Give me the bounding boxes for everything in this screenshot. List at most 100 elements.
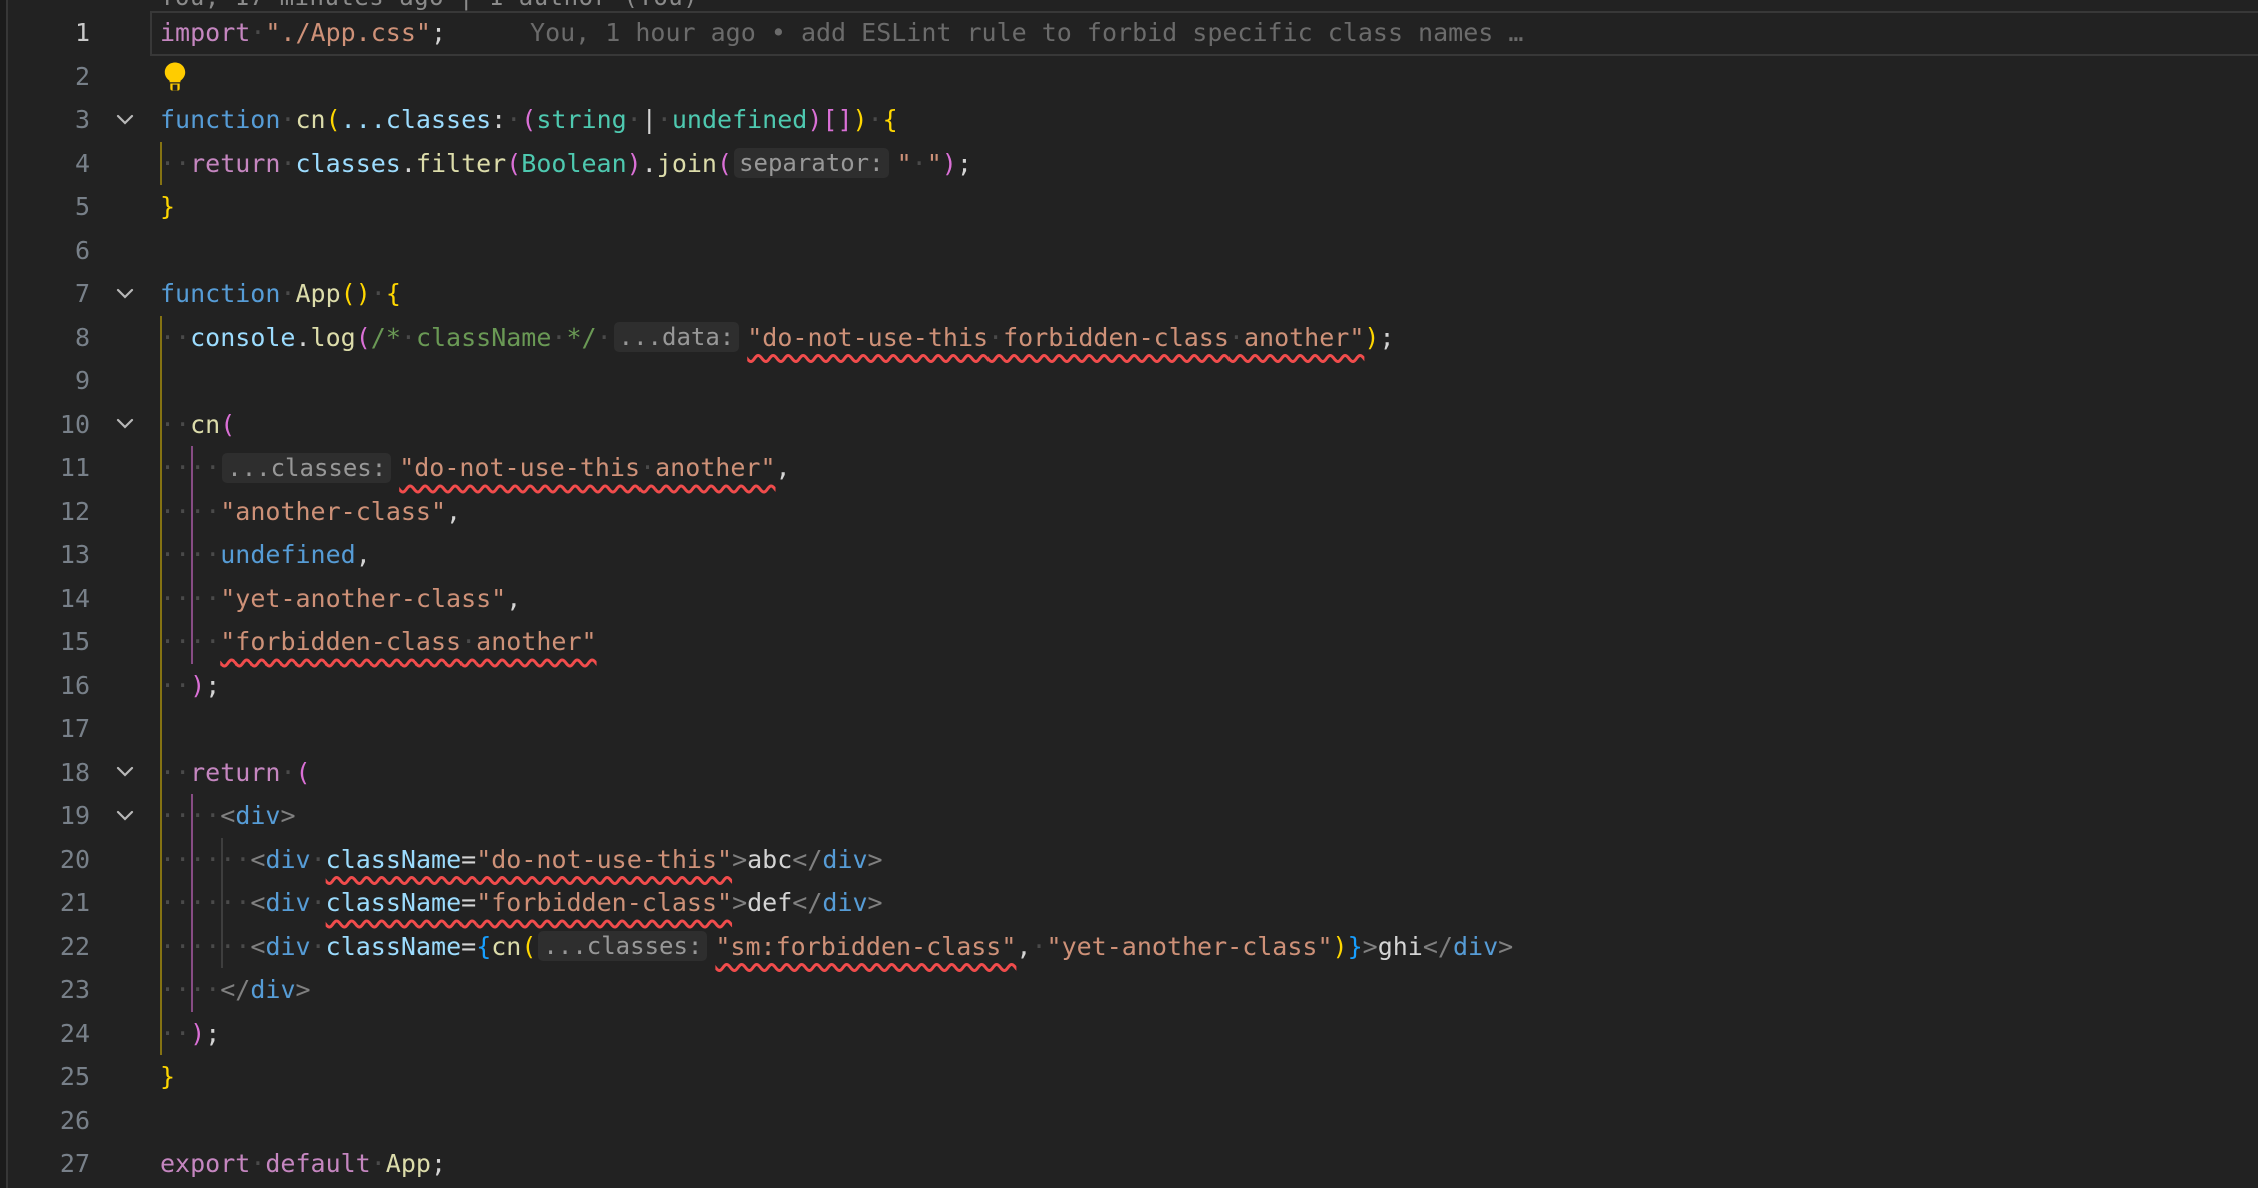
code-content[interactable]: ······<div·className={cn(...classes:"sm:… — [150, 931, 2258, 961]
fold-chevron[interactable] — [100, 287, 150, 301]
code-content[interactable]: ··return·( — [150, 758, 2258, 787]
code-line-18[interactable]: 18 ··return·( — [0, 751, 2258, 795]
code-line-23[interactable]: 23 ····</div> — [0, 968, 2258, 1012]
code-content[interactable]: ····"yet-another-class", — [150, 584, 2258, 613]
line-number[interactable]: 8 — [0, 323, 100, 352]
code-token: "./App.css" — [265, 18, 431, 47]
code-content[interactable]: import·"./App.css";You, 1 hour ago • add… — [150, 18, 2258, 47]
code-line-3[interactable]: 3 function·cn(...classes:·(string·|·undef… — [0, 98, 2258, 142]
line-number[interactable]: 27 — [0, 1149, 100, 1178]
code-token: > — [1498, 932, 1513, 961]
code-token: ; — [431, 1149, 446, 1178]
code-content[interactable]: function·cn(...classes:·(string·|·undefi… — [150, 105, 2258, 134]
code-content[interactable]: function·App()·{ — [150, 279, 2258, 308]
code-content[interactable]: ····undefined, — [150, 540, 2258, 569]
line-number[interactable]: 7 — [0, 279, 100, 308]
code-line-1[interactable]: 1 import·"./App.css";You, 1 hour ago • ad… — [0, 11, 2258, 55]
line-number[interactable]: 19 — [0, 801, 100, 830]
code-content[interactable]: ······<div·className="do-not-use-this">a… — [150, 845, 2258, 874]
line-number[interactable]: 11 — [0, 453, 100, 482]
line-number[interactable]: 18 — [0, 758, 100, 787]
code-line-7[interactable]: 7 function·App()·{ — [0, 272, 2258, 316]
line-number[interactable]: 25 — [0, 1062, 100, 1091]
line-number[interactable]: 15 — [0, 627, 100, 656]
line-number[interactable]: 12 — [0, 497, 100, 526]
code-content[interactable] — [150, 61, 2258, 92]
code-line-24[interactable]: 24 ··); — [0, 1012, 2258, 1056]
code-content[interactable]: ··cn( — [150, 410, 2258, 439]
whitespace-dot: · — [160, 540, 175, 569]
code-line-9[interactable]: 9 — [0, 359, 2258, 403]
line-number[interactable]: 13 — [0, 540, 100, 569]
code-token: "yet-another-class" — [1047, 932, 1333, 961]
line-number[interactable]: 2 — [0, 62, 100, 91]
line-number[interactable]: 16 — [0, 671, 100, 700]
line-number[interactable]: 6 — [0, 236, 100, 265]
line-number[interactable]: 5 — [0, 192, 100, 221]
code-token: , — [776, 453, 791, 482]
line-number[interactable]: 22 — [0, 932, 100, 961]
code-content[interactable]: ··console.log(/*·className·*/·...data:"d… — [150, 322, 2258, 352]
fold-chevron[interactable] — [100, 417, 150, 431]
line-number[interactable]: 26 — [0, 1106, 100, 1135]
code-content[interactable]: export·default·App; — [150, 1149, 2258, 1178]
fold-chevron[interactable] — [100, 113, 150, 127]
inlay-hint: ...data: — [614, 322, 740, 352]
code-token: · — [597, 323, 612, 352]
line-number[interactable]: 21 — [0, 888, 100, 917]
code-line-8[interactable]: 8··console.log(/*·className·*/·...data:"… — [0, 316, 2258, 360]
code-line-5[interactable]: 5} — [0, 185, 2258, 229]
code-line-12[interactable]: 12 ····"another-class", — [0, 490, 2258, 534]
code-content[interactable]: ··); — [150, 1019, 2258, 1048]
line-number[interactable]: 24 — [0, 1019, 100, 1048]
code-content[interactable]: ····"forbidden-class·another" — [150, 627, 2258, 656]
code-line-16[interactable]: 16 ··); — [0, 664, 2258, 708]
code-line-27[interactable]: 27 export·default·App; — [0, 1142, 2258, 1186]
code-token: ···· — [160, 453, 220, 482]
code-line-6[interactable]: 6 — [0, 229, 2258, 273]
lightbulb-icon[interactable] — [162, 61, 188, 92]
code-line-10[interactable]: 10 ··cn( — [0, 403, 2258, 447]
line-number[interactable]: 17 — [0, 714, 100, 743]
code-content[interactable]: } — [150, 192, 2258, 221]
code-line-25[interactable]: 25} — [0, 1055, 2258, 1099]
code-line-14[interactable]: 14 ····"yet-another-class", — [0, 577, 2258, 621]
code-line-11[interactable]: 11 ····...classes:"do-not-use-this·anothe… — [0, 446, 2258, 490]
code-token: return· — [190, 149, 295, 178]
code-line-17[interactable]: 17 — [0, 707, 2258, 751]
code-line-19[interactable]: 19 ····<div> — [0, 794, 2258, 838]
line-number[interactable]: 23 — [0, 975, 100, 1004]
whitespace-dot: · — [401, 323, 416, 352]
code-content[interactable]: ··return·classes.filter(Boolean).join(se… — [150, 148, 2258, 178]
code-line-20[interactable]: 20 ······<div·className="do-not-use-this"… — [0, 838, 2258, 882]
code-line-4[interactable]: 4 ··return·classes.filter(Boolean).join(s… — [0, 142, 2258, 186]
line-number[interactable]: 1 — [0, 18, 100, 47]
line-number[interactable]: 20 — [0, 845, 100, 874]
code-content[interactable]: } — [150, 1062, 2258, 1091]
line-number[interactable]: 3 — [0, 105, 100, 134]
line-number[interactable]: 4 — [0, 149, 100, 178]
code-line-22[interactable]: 22 ······<div·className={cn(...classes:"s… — [0, 925, 2258, 969]
code-content[interactable]: ··); — [150, 671, 2258, 700]
code-token: "sm:forbidden-class" — [715, 932, 1016, 961]
code-line-13[interactable]: 13 ····undefined, — [0, 533, 2258, 577]
code-content[interactable]: ····<div> — [150, 801, 2258, 830]
code-content[interactable]: ····"another-class", — [150, 497, 2258, 526]
fold-chevron[interactable] — [100, 765, 150, 779]
code-line-2[interactable]: 2 — [0, 55, 2258, 99]
codelens-annotation[interactable]: You, 17 minutes ago | 1 author (You) — [160, 0, 1360, 11]
code-content[interactable]: ····...classes:"do-not-use-this·another"… — [150, 453, 2258, 483]
line-number[interactable]: 10 — [0, 410, 100, 439]
code-content[interactable]: ······<div·className="forbidden-class">d… — [150, 888, 2258, 917]
code-token: div — [250, 975, 295, 1004]
line-number[interactable]: 14 — [0, 584, 100, 613]
code-line-21[interactable]: 21 ······<div·className="forbidden-class"… — [0, 881, 2258, 925]
line-number[interactable]: 9 — [0, 366, 100, 395]
code-content[interactable]: ····</div> — [150, 975, 2258, 1004]
code-line-26[interactable]: 26 — [0, 1099, 2258, 1143]
whitespace-dot: · — [190, 497, 205, 526]
code-line-15[interactable]: 15 ····"forbidden-class·another" — [0, 620, 2258, 664]
code-editor[interactable]: You, 17 minutes ago | 1 author (You) 1 im… — [0, 0, 2258, 1188]
git-blame-annotation[interactable]: You, 1 hour ago • add ESLint rule to for… — [530, 18, 1523, 47]
fold-chevron[interactable] — [100, 809, 150, 823]
